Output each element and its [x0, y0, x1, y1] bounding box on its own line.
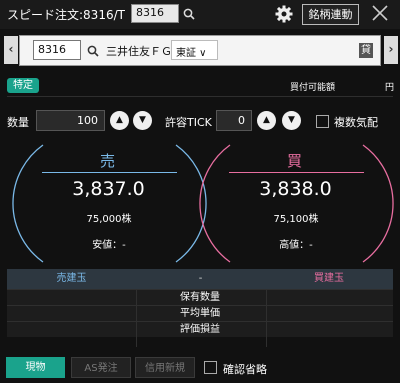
- lendable-badge: 貸: [359, 43, 373, 58]
- sell-position-header: 売建玉: [56, 273, 87, 284]
- buy-arc-left: [199, 144, 231, 263]
- stock-name: 三井住友ＦＧ: [106, 45, 172, 58]
- as-order-button[interactable]: AS発注: [71, 357, 131, 378]
- quantity-label: 数量: [7, 116, 29, 129]
- table-divider: [266, 289, 267, 347]
- sell-volume: 75,000株: [86, 214, 132, 225]
- table-row: 保有数量: [7, 289, 393, 305]
- search-icon[interactable]: [183, 8, 195, 20]
- account-type-badge[interactable]: 特定: [7, 78, 39, 93]
- quantity-down-button[interactable]: ▼: [133, 111, 152, 130]
- buy-label: 買: [287, 152, 303, 170]
- sell-price[interactable]: 3,837.0: [56, 178, 161, 200]
- tick-label: 許容TICK: [165, 116, 212, 129]
- prev-stock-button[interactable]: ‹: [4, 36, 18, 64]
- sell-label: 売: [100, 152, 116, 170]
- sell-low: 安値：-: [92, 240, 126, 251]
- quantity-up-button[interactable]: ▲: [110, 111, 129, 130]
- tick-up-button[interactable]: ▲: [257, 111, 276, 130]
- title-bar: スピード注文:8316/T 8316 銘柄連動: [0, 0, 400, 29]
- multi-quote-label: 複数気配: [334, 116, 378, 129]
- multi-quote-checkbox[interactable]: [316, 115, 329, 128]
- buy-high: 高値：-: [279, 240, 313, 251]
- buy-divider: [229, 172, 364, 173]
- divider: [7, 96, 393, 97]
- sell-divider: [42, 172, 177, 173]
- sell-arc-left: [12, 144, 44, 263]
- buy-volume: 75,100株: [273, 214, 319, 225]
- stock-bar: ‹ 8316 三井住友ＦＧ 東証 ∨ 貸 ›: [0, 35, 400, 66]
- stock-search-icon[interactable]: [87, 45, 99, 57]
- positions-table: 売建玉 - 買建玉 保有数量 平均単価 評価損益: [7, 269, 393, 337]
- table-row: 評価損益: [7, 321, 393, 337]
- link-stock-button[interactable]: 銘柄連動: [302, 4, 359, 25]
- row-label-holding: 保有数量: [180, 292, 220, 303]
- credit-new-button[interactable]: 信用新規: [135, 357, 195, 378]
- buying-power-label: 買付可能額: [290, 83, 336, 93]
- market-select[interactable]: 東証 ∨: [171, 40, 218, 60]
- next-stock-button[interactable]: ›: [384, 36, 398, 64]
- currency-label: 円: [385, 83, 395, 93]
- window-title: スピード注文:8316/T: [7, 8, 125, 22]
- skip-confirm-label: 確認省略: [223, 363, 267, 376]
- quantity-input[interactable]: 100: [36, 110, 105, 131]
- sell-arc-right: [175, 144, 207, 263]
- tick-down-button[interactable]: ▼: [282, 111, 301, 130]
- table-divider: [136, 289, 137, 347]
- positions-header: 売建玉 - 買建玉: [7, 269, 393, 289]
- buy-price[interactable]: 3,838.0: [243, 178, 348, 200]
- row-label-avg-price: 平均単価: [180, 308, 220, 319]
- close-icon[interactable]: [370, 3, 390, 23]
- gear-icon[interactable]: [275, 5, 293, 23]
- buy-position-header: 買建玉: [314, 273, 344, 284]
- stock-code-input[interactable]: 8316: [33, 40, 81, 60]
- skip-confirm-checkbox[interactable]: [204, 361, 217, 374]
- row-label-pnl: 評価損益: [180, 324, 220, 335]
- cash-button[interactable]: 現物: [6, 357, 65, 378]
- tick-input[interactable]: 0: [216, 110, 252, 131]
- bottom-bar: 現物 AS発注 信用新規 確認省略: [0, 354, 400, 383]
- header-code-input[interactable]: 8316: [131, 4, 179, 23]
- buy-arc-right: [362, 144, 394, 263]
- stock-info-panel: 8316 三井住友ＦＧ 東証 ∨ 貸: [19, 35, 381, 66]
- position-mid-header: -: [198, 273, 203, 284]
- table-row: 平均単価: [7, 305, 393, 321]
